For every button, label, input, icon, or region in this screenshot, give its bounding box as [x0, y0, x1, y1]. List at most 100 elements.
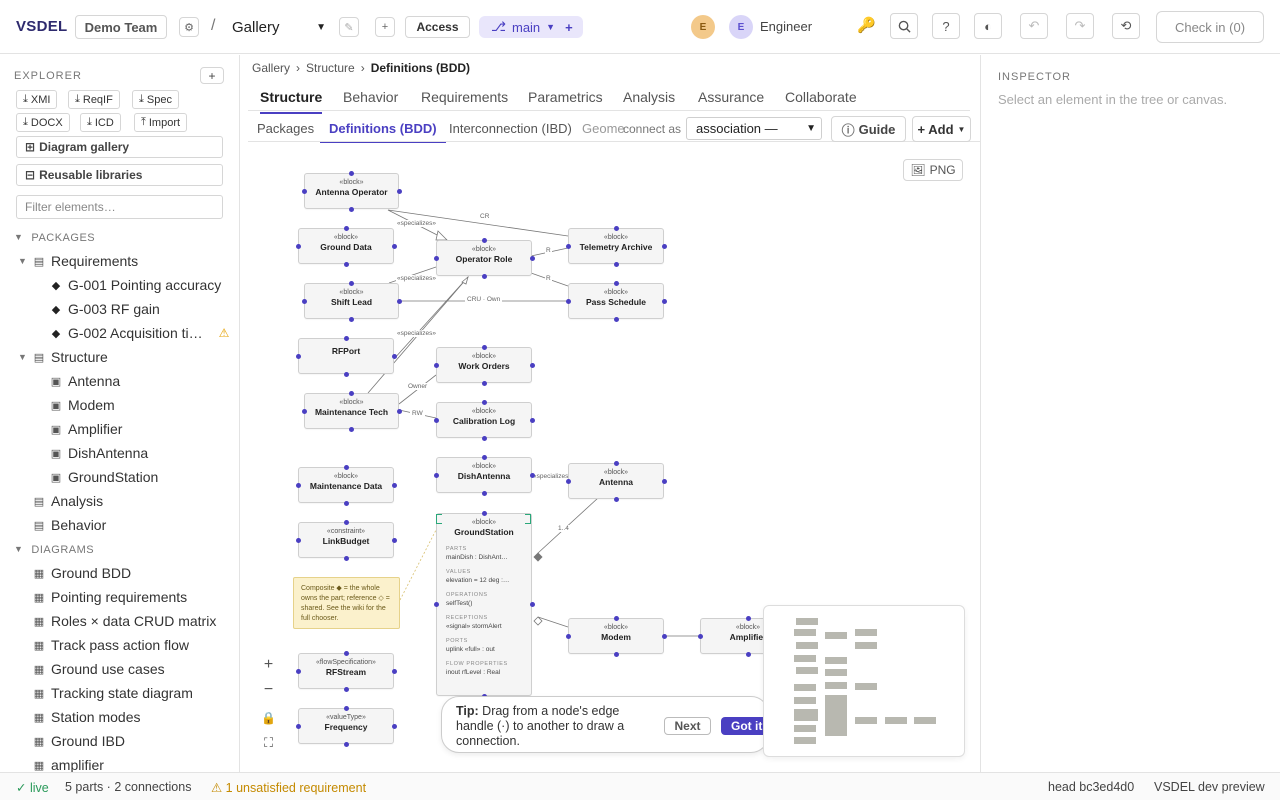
edge-label[interactable]: «specializes» [396, 220, 438, 227]
edge-label[interactable]: R [545, 247, 552, 254]
connection-handle[interactable] [343, 464, 349, 470]
connection-handle[interactable] [301, 188, 307, 194]
connection-handle[interactable] [613, 651, 619, 657]
connection-handle[interactable] [391, 243, 397, 249]
connection-handle[interactable] [613, 261, 619, 267]
edge-label[interactable]: «specializes» [396, 330, 438, 337]
connection-handle[interactable] [613, 615, 619, 621]
connection-handle[interactable] [529, 255, 535, 261]
connection-handle[interactable] [301, 408, 307, 414]
connection-handle[interactable] [433, 602, 439, 607]
connection-handle[interactable] [343, 650, 349, 656]
connection-handle[interactable] [661, 243, 667, 249]
node-shift-lead[interactable]: «block» Shift Lead [304, 283, 399, 319]
node-dishantenna[interactable]: «block» DishAntenna [436, 457, 532, 493]
node-calibration-log[interactable]: «block» Calibration Log [436, 402, 532, 438]
connection-handle[interactable] [295, 353, 301, 359]
connection-handle[interactable] [295, 243, 301, 249]
connection-handle[interactable] [433, 472, 439, 478]
edge-label[interactable]: «specializes» [396, 275, 438, 282]
connection-handle[interactable] [396, 408, 402, 414]
node-antenna-operator[interactable]: «block» Antenna Operator [304, 173, 399, 209]
connection-handle[interactable] [343, 335, 349, 341]
unsatisfied-requirements-link[interactable]: ⚠ 1 unsatisfied requirement [211, 780, 366, 795]
connection-handle[interactable] [343, 705, 349, 711]
node-work-orders[interactable]: «block» Work Orders [436, 347, 532, 383]
connection-handle[interactable] [529, 472, 535, 478]
connection-handle[interactable] [433, 255, 439, 261]
connection-handle[interactable] [349, 170, 354, 176]
connection-handle[interactable] [529, 417, 535, 423]
lock-icon[interactable]: 🔒 [256, 705, 281, 730]
connection-handle[interactable] [661, 298, 667, 304]
connection-handle[interactable] [481, 454, 487, 460]
connection-handle[interactable] [661, 633, 667, 639]
connection-handle[interactable] [565, 243, 571, 249]
zoom-in-button[interactable]: + [256, 652, 281, 677]
connection-handle[interactable] [391, 723, 397, 729]
connection-handle[interactable] [745, 651, 751, 657]
edge-label[interactable]: R [545, 275, 552, 282]
connection-handle[interactable] [295, 723, 301, 729]
node-rfport[interactable]: RFPort [298, 338, 394, 374]
node-rfstream[interactable]: «flowSpecification» RFStream [298, 653, 394, 689]
connection-handle[interactable] [613, 460, 619, 466]
connection-handle[interactable] [529, 362, 535, 368]
node-operator-role[interactable]: «block» Operator Role [436, 240, 532, 276]
connection-handle[interactable] [745, 615, 751, 621]
connection-handle[interactable] [391, 668, 397, 674]
connection-handle[interactable] [343, 371, 349, 377]
connection-handle[interactable] [343, 261, 349, 267]
connection-handle[interactable] [349, 206, 354, 212]
connection-handle[interactable] [295, 537, 301, 543]
node-pass-schedule[interactable]: «block» Pass Schedule [568, 283, 664, 319]
minimap[interactable] [763, 605, 965, 757]
node-frequency[interactable]: «valueType» Frequency [298, 708, 394, 744]
connection-handle[interactable] [433, 362, 439, 368]
node-ground-data[interactable]: «block» Ground Data [298, 228, 394, 264]
connection-handle[interactable] [481, 435, 487, 441]
connection-handle[interactable] [565, 478, 571, 484]
node-telemetry-archive[interactable]: «block» Telemetry Archive [568, 228, 664, 264]
connection-handle[interactable] [613, 225, 619, 231]
connection-handle[interactable] [349, 280, 354, 286]
connection-handle[interactable] [349, 316, 354, 322]
connection-handle[interactable] [481, 490, 487, 496]
node-antenna[interactable]: «block» Antenna [568, 463, 664, 499]
connection-handle[interactable] [565, 298, 571, 304]
edge-label[interactable]: CR [478, 213, 492, 220]
connection-handle[interactable] [349, 390, 354, 396]
node-modem[interactable]: «block» Modem [568, 618, 664, 654]
connection-handle[interactable] [349, 426, 354, 432]
connection-handle[interactable] [661, 478, 667, 484]
node-maintenance-data[interactable]: «block» Maintenance Data [298, 467, 394, 503]
connection-handle[interactable] [343, 555, 349, 561]
connection-handle[interactable] [481, 510, 487, 516]
connection-handle[interactable] [481, 237, 487, 243]
node-groundstation[interactable]: «block» GroundStation PARTS mainDish : Dis… [436, 513, 532, 696]
edge-label[interactable]: Owner [406, 383, 430, 390]
connection-handle[interactable] [391, 537, 397, 543]
connection-handle[interactable] [391, 353, 397, 359]
connection-handle[interactable] [481, 344, 487, 350]
connection-handle[interactable] [343, 225, 349, 231]
connection-handle[interactable] [613, 496, 619, 502]
connection-handle[interactable] [565, 633, 571, 639]
export-png-button[interactable]: 🖼 PNG [903, 159, 963, 181]
connection-handle[interactable] [481, 273, 487, 279]
diagram-note[interactable]: Composite ◆ = the whole owns the part; r… [293, 577, 400, 629]
edge-label[interactable]: «specializes» [532, 473, 568, 480]
connection-handle[interactable] [613, 316, 619, 322]
connection-handle[interactable] [391, 482, 397, 488]
connection-handle[interactable] [343, 500, 349, 506]
connection-handle[interactable] [396, 298, 402, 304]
connection-handle[interactable] [295, 668, 301, 674]
node-maintenance-tech[interactable]: «block» Maintenance Tech [304, 393, 399, 429]
connection-handle[interactable] [481, 399, 487, 405]
edge-label[interactable]: 1..4 [556, 525, 571, 532]
connection-handle[interactable] [433, 417, 439, 423]
connection-handle[interactable] [343, 686, 349, 692]
connection-handle[interactable] [481, 380, 487, 386]
edge-label[interactable]: RW [410, 410, 425, 417]
tip-next-button[interactable]: Next [664, 717, 711, 735]
